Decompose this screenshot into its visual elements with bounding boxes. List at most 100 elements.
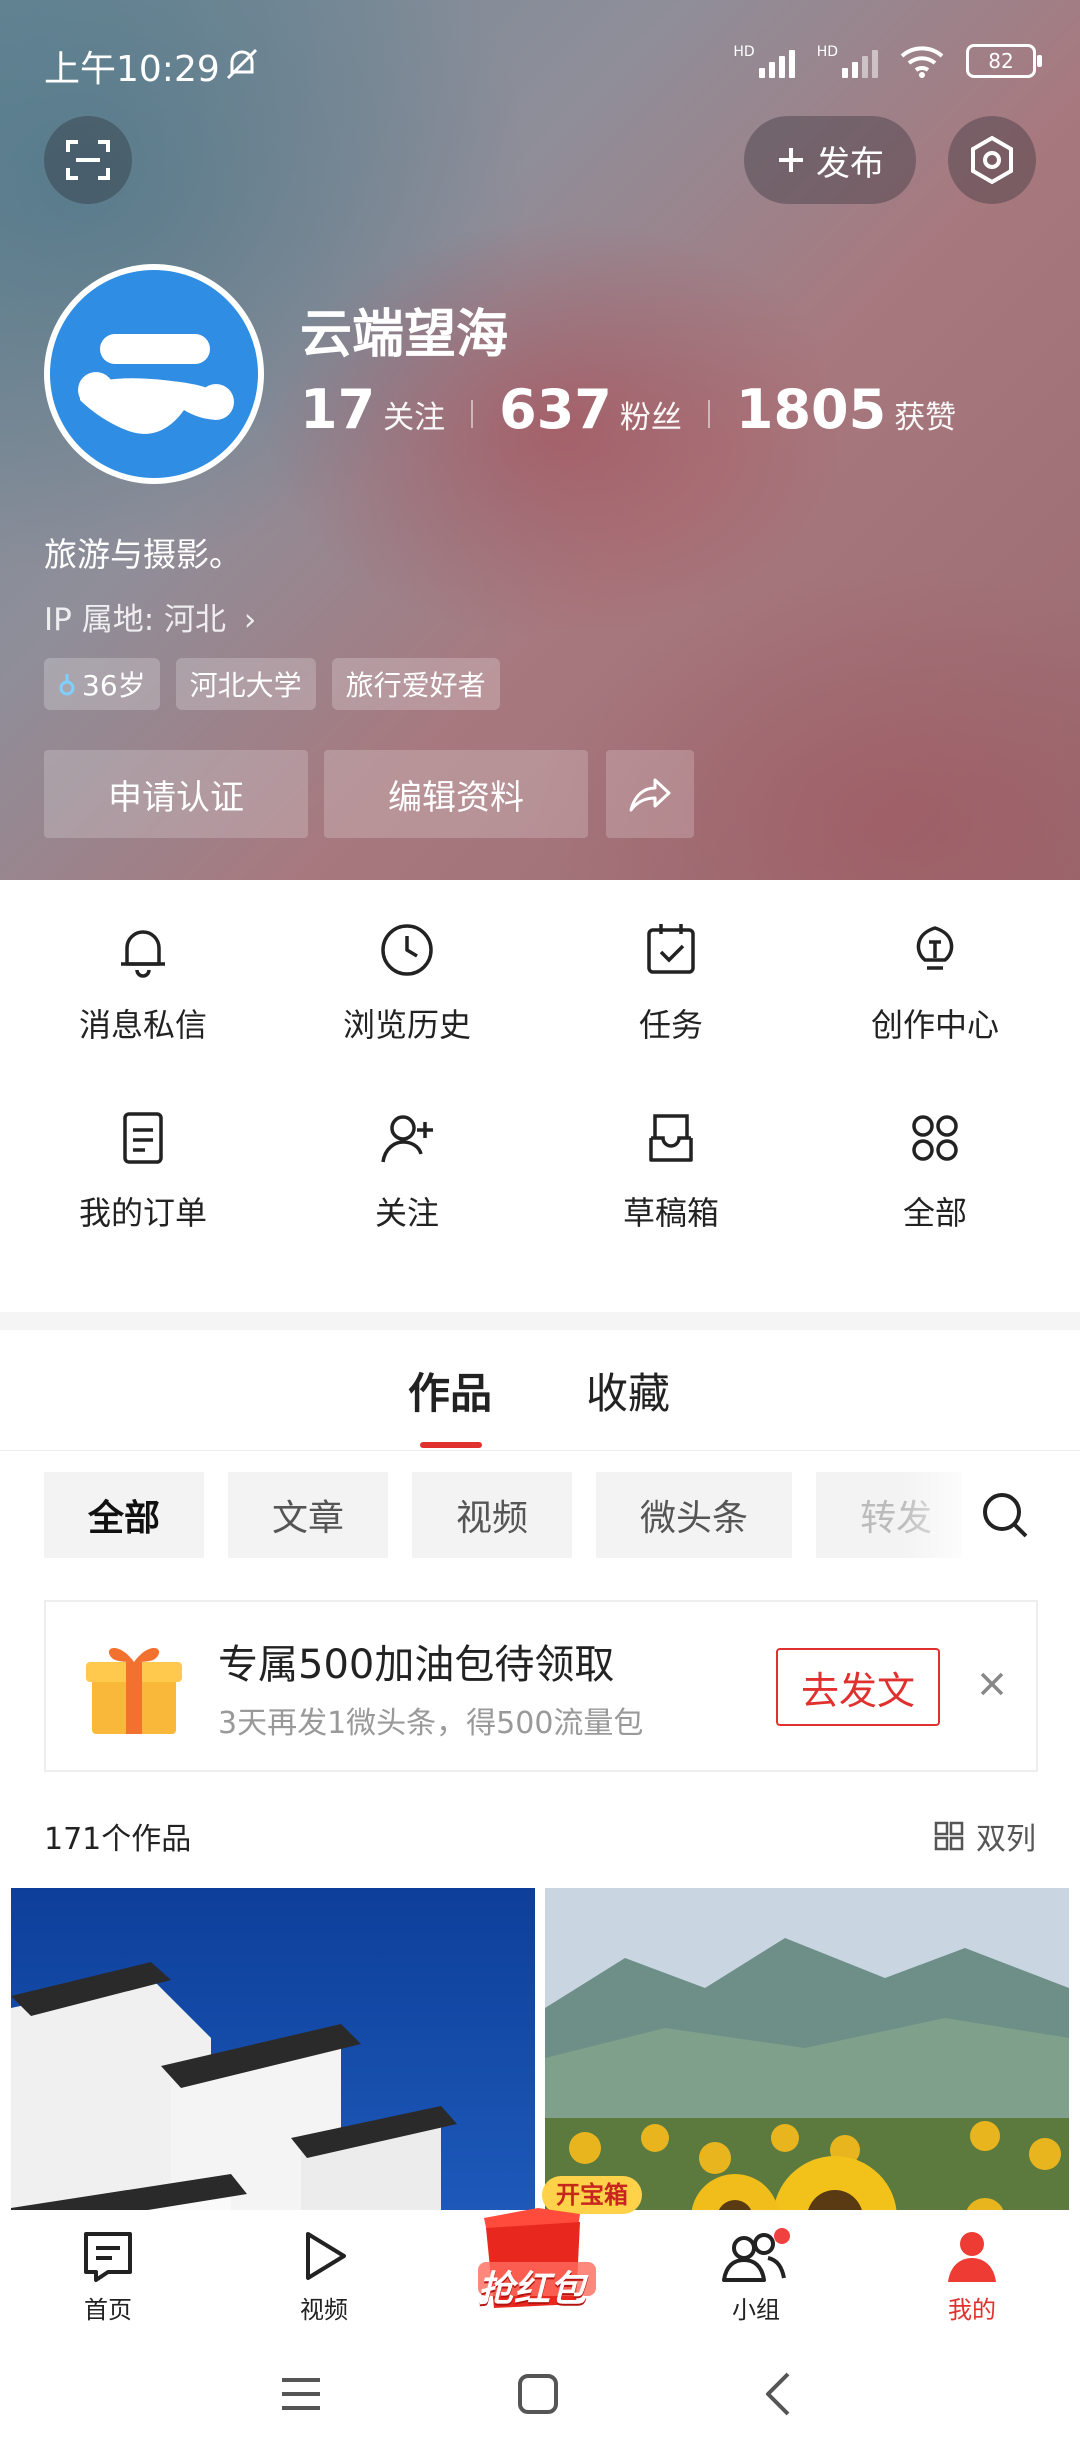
back-icon[interactable] bbox=[758, 2370, 798, 2418]
ip-location[interactable]: IP 属地: 河北 › bbox=[44, 594, 256, 639]
gender-male-icon bbox=[59, 674, 75, 696]
works-count: 171个作品 bbox=[44, 1822, 192, 1857]
search-icon[interactable] bbox=[980, 1490, 1030, 1540]
plus-icon bbox=[779, 148, 803, 172]
nav-me-label: 我的 bbox=[948, 2296, 996, 2324]
battery-indicator: 82 bbox=[966, 44, 1042, 78]
filter-articles[interactable]: 文章 bbox=[228, 1472, 389, 1558]
nav-red-packet-label: 抢红包 bbox=[478, 2269, 587, 2310]
edit-profile-button[interactable]: 编辑资料 bbox=[324, 750, 588, 838]
avatar-logo-icon bbox=[78, 334, 234, 434]
menu-icon[interactable] bbox=[278, 2374, 324, 2414]
lightbulb-icon bbox=[916, 926, 954, 970]
grid-item-label: 浏览历史 bbox=[342, 1006, 471, 1044]
settings-button[interactable] bbox=[948, 116, 1036, 204]
share-arrow-icon bbox=[629, 778, 671, 812]
share-button[interactable] bbox=[606, 750, 694, 838]
age-tag-label: 36岁 bbox=[82, 669, 146, 702]
view-mode-label: 双列 bbox=[976, 1822, 1036, 1857]
grid-item-creator-center[interactable]: 创作中心 bbox=[800, 880, 1070, 1060]
grid-item-drafts[interactable]: 草稿箱 bbox=[536, 1068, 806, 1248]
filter-all[interactable]: 全部 bbox=[44, 1472, 205, 1558]
wifi-icon bbox=[900, 46, 944, 78]
grid-item-messages[interactable]: 消息私信 bbox=[8, 880, 278, 1060]
filter-videos[interactable]: 视频 bbox=[412, 1472, 573, 1558]
profile-tags: 36岁 河北大学 旅行爱好者 bbox=[44, 658, 500, 710]
followers-count[interactable]: 637 bbox=[499, 378, 612, 441]
clock-icon bbox=[381, 924, 433, 976]
nav-video-label: 视频 bbox=[300, 2296, 348, 2324]
nav-home-label: 首页 bbox=[84, 2296, 132, 2324]
signal-icon-2: HD bbox=[817, 44, 878, 78]
close-icon[interactable] bbox=[972, 1664, 1012, 1704]
status-bar: 上午10:29 HD HD 82 bbox=[44, 40, 1042, 94]
grid-item-history[interactable]: 浏览历史 bbox=[272, 880, 542, 1060]
status-time: 上午10:29 bbox=[44, 49, 220, 90]
grid-item-label: 任务 bbox=[638, 1006, 703, 1044]
calendar-check-icon bbox=[647, 924, 695, 974]
tab-favorites[interactable]: 收藏 bbox=[586, 1360, 670, 1421]
tab-works[interactable]: 作品 bbox=[408, 1360, 492, 1421]
order-icon bbox=[123, 1112, 163, 1164]
grid-view-icon bbox=[934, 1821, 964, 1851]
home-square-icon[interactable] bbox=[516, 2372, 560, 2416]
system-nav-bar bbox=[0, 2340, 1080, 2460]
bio-text: 旅游与摄影。 bbox=[44, 535, 242, 574]
add-user-icon bbox=[381, 1115, 433, 1163]
likes-label: 获赞 bbox=[894, 400, 957, 436]
promo-subtitle: 3天再发1微头条，得500流量包 bbox=[218, 1706, 644, 1741]
followers-label[interactable]: 粉丝 bbox=[620, 392, 682, 437]
signal-icon: HD bbox=[733, 44, 795, 78]
grid-item-label: 我的订单 bbox=[78, 1194, 207, 1232]
nav-red-packet[interactable]: 开宝箱 抢红包 bbox=[470, 2176, 642, 2326]
group-icon bbox=[722, 2228, 790, 2282]
inbox-icon bbox=[649, 1114, 693, 1162]
stat-divider bbox=[471, 400, 474, 428]
publish-button[interactable]: 发布 bbox=[744, 116, 916, 204]
nav-home[interactable]: 首页 bbox=[38, 2228, 178, 2325]
following-count[interactable]: 17 bbox=[300, 378, 375, 441]
promo-title: 专属500加油包待领取 bbox=[218, 1642, 615, 1688]
grid-item-all[interactable]: 全部 bbox=[800, 1068, 1070, 1248]
nav-groups[interactable]: 小组 bbox=[686, 2228, 826, 2325]
avatar[interactable] bbox=[44, 264, 264, 484]
school-tag: 河北大学 bbox=[175, 658, 316, 710]
quick-actions-grid: 消息私信 浏览历史 任务 创作中心 我的订单 关注 草稿箱 全部 bbox=[0, 880, 1080, 1312]
grid-item-following[interactable]: 关注 bbox=[272, 1068, 542, 1248]
stat-divider bbox=[707, 400, 710, 428]
ip-location-text: IP 属地: 河北 bbox=[44, 602, 226, 638]
likes-count: 1805 bbox=[735, 378, 887, 441]
profile-stats: 17 关注 637 粉丝 1805 获赞 bbox=[300, 378, 956, 441]
grid-item-label: 关注 bbox=[374, 1194, 439, 1232]
signal-hd-label: HD bbox=[733, 44, 755, 60]
bell-icon bbox=[121, 930, 165, 978]
grid-item-label: 创作中心 bbox=[870, 1006, 999, 1044]
filter-micro-posts[interactable]: 微头条 bbox=[596, 1472, 793, 1558]
play-icon bbox=[306, 2232, 346, 2280]
nav-me[interactable]: 我的 bbox=[902, 2228, 1042, 2325]
view-mode-toggle[interactable]: 双列 bbox=[934, 1814, 1036, 1858]
nav-groups-label: 小组 bbox=[732, 2296, 780, 2324]
home-doc-icon bbox=[84, 2232, 132, 2282]
gift-box-icon bbox=[86, 1647, 182, 1734]
apply-verify-button[interactable]: 申请认证 bbox=[44, 750, 308, 838]
scan-button[interactable] bbox=[44, 116, 132, 204]
grid-icon bbox=[912, 1115, 958, 1161]
profile-header: 上午10:29 HD HD 82 发布 云端望海 17 关注 637 粉丝 18… bbox=[0, 0, 1080, 880]
bottom-nav: 首页 视频 开宝箱 抢红包 小组 我的 bbox=[0, 2176, 1080, 2340]
following-label[interactable]: 关注 bbox=[383, 392, 445, 437]
scan-icon bbox=[66, 140, 110, 180]
nav-video[interactable]: 视频 bbox=[254, 2228, 394, 2325]
grid-item-label: 消息私信 bbox=[78, 1006, 207, 1044]
settings-hexagon-icon bbox=[971, 135, 1013, 185]
mute-bell-icon bbox=[226, 48, 258, 80]
username: 云端望海 bbox=[300, 305, 509, 365]
filter-chips: 全部 文章 视频 微头条 转发 bbox=[44, 1472, 963, 1558]
user-icon bbox=[948, 2232, 996, 2282]
grid-item-orders[interactable]: 我的订单 bbox=[8, 1068, 278, 1248]
works-tabs: 作品 收藏 bbox=[0, 1330, 1080, 1451]
signal-hd-label-2: HD bbox=[816, 44, 838, 60]
interest-tag: 旅行爱好者 bbox=[331, 658, 500, 710]
grid-item-tasks[interactable]: 任务 bbox=[536, 880, 806, 1060]
go-post-button[interactable]: 去发文 bbox=[776, 1648, 940, 1726]
